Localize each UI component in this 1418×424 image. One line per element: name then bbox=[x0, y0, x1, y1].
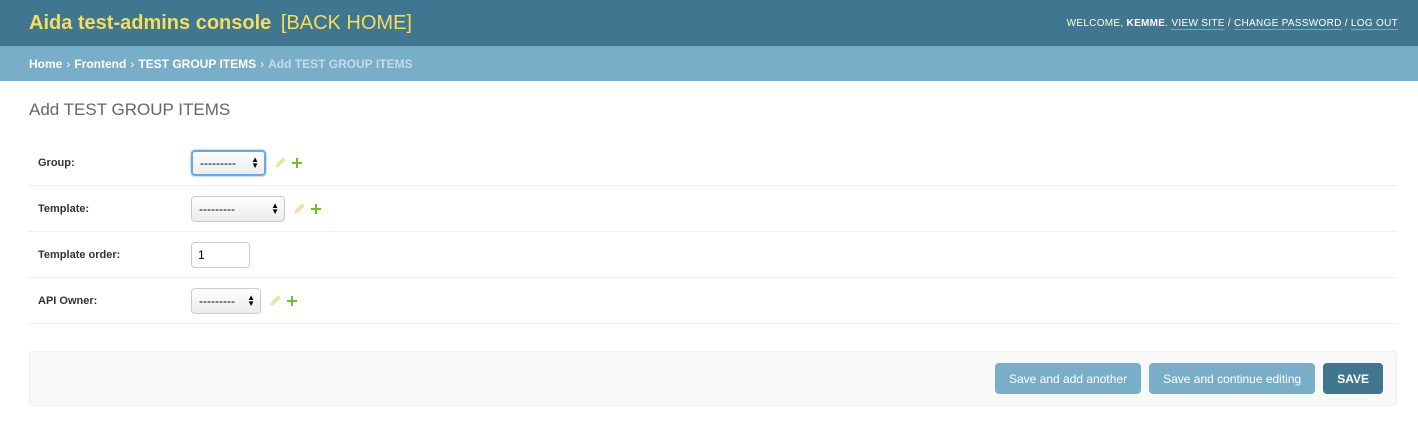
username: KEMME bbox=[1126, 17, 1166, 29]
plus-icon[interactable] bbox=[287, 295, 297, 306]
change-password-link[interactable]: CHANGE PASSWORD bbox=[1233, 17, 1342, 30]
header: Aida test-admins console [BACK HOME] WEL… bbox=[0, 0, 1418, 46]
form-row-api-owner: API Owner: --------- ▲ ▼ bbox=[29, 278, 1397, 324]
group-select-value: --------- bbox=[200, 155, 236, 170]
back-home-link[interactable]: [BACK HOME] bbox=[281, 12, 412, 34]
breadcrumb-model[interactable]: TEST GROUP ITEMS bbox=[138, 57, 256, 71]
plus-icon[interactable] bbox=[292, 157, 302, 168]
group-select[interactable]: --------- ▲ ▼ bbox=[191, 149, 266, 176]
user-tools: WELCOME, KEMME. VIEW SITE / CHANGE PASSW… bbox=[1066, 17, 1398, 30]
breadcrumb-current: Add TEST GROUP ITEMS bbox=[268, 56, 413, 71]
content: Add TEST GROUP ITEMS Group: --------- ▲ ▼… bbox=[0, 81, 1418, 406]
template-order-input[interactable] bbox=[191, 241, 250, 268]
separator: / bbox=[1341, 17, 1351, 29]
breadcrumb: Home › Frontend › TEST GROUP ITEMS › Add… bbox=[0, 46, 1418, 81]
template-select[interactable]: --------- ▲ ▼ bbox=[191, 195, 285, 222]
breadcrumb-separator: › bbox=[66, 56, 71, 71]
template-label: Template: bbox=[38, 202, 90, 215]
api-owner-select[interactable]: --------- ▲ ▼ bbox=[191, 287, 261, 314]
save-and-add-another-button[interactable]: Save and add another bbox=[994, 363, 1142, 394]
group-label: Group: bbox=[38, 156, 75, 169]
breadcrumb-home[interactable]: Home bbox=[29, 57, 62, 71]
pencil-icon[interactable] bbox=[275, 157, 286, 168]
breadcrumb-separator: › bbox=[260, 56, 265, 71]
site-name[interactable]: Aida test-admins console bbox=[29, 12, 271, 34]
select-arrows-icon: ▲ ▼ bbox=[271, 200, 279, 216]
pencil-icon[interactable] bbox=[270, 295, 281, 306]
pencil-icon[interactable] bbox=[294, 203, 305, 214]
form-row-template: Template: --------- ▲ ▼ bbox=[29, 186, 1397, 232]
log-out-link[interactable]: LOG OUT bbox=[1350, 17, 1398, 30]
breadcrumb-separator: › bbox=[130, 56, 135, 71]
save-and-continue-button[interactable]: Save and continue editing bbox=[1149, 363, 1316, 394]
api-owner-label: API Owner: bbox=[38, 294, 98, 307]
breadcrumb-app[interactable]: Frontend bbox=[74, 57, 126, 71]
select-arrows-icon: ▲ ▼ bbox=[251, 154, 259, 170]
form-row-group: Group: --------- ▲ ▼ bbox=[29, 140, 1397, 186]
template-select-value: --------- bbox=[199, 201, 235, 216]
template-order-label: Template order: bbox=[38, 248, 121, 261]
submit-row: Save and add another Save and continue e… bbox=[29, 351, 1397, 406]
branding: Aida test-admins console [BACK HOME] bbox=[29, 12, 412, 35]
select-arrows-icon: ▲ ▼ bbox=[247, 292, 255, 308]
welcome-text: WELCOME, bbox=[1066, 17, 1127, 29]
api-owner-select-value: --------- bbox=[199, 293, 235, 308]
save-button[interactable]: SAVE bbox=[1323, 363, 1383, 394]
page-title: Add TEST GROUP ITEMS bbox=[29, 100, 231, 119]
form-row-template-order: Template order: bbox=[29, 232, 1397, 278]
view-site-link[interactable]: VIEW SITE bbox=[1171, 17, 1225, 30]
separator: / bbox=[1224, 17, 1234, 29]
plus-icon[interactable] bbox=[311, 203, 321, 214]
